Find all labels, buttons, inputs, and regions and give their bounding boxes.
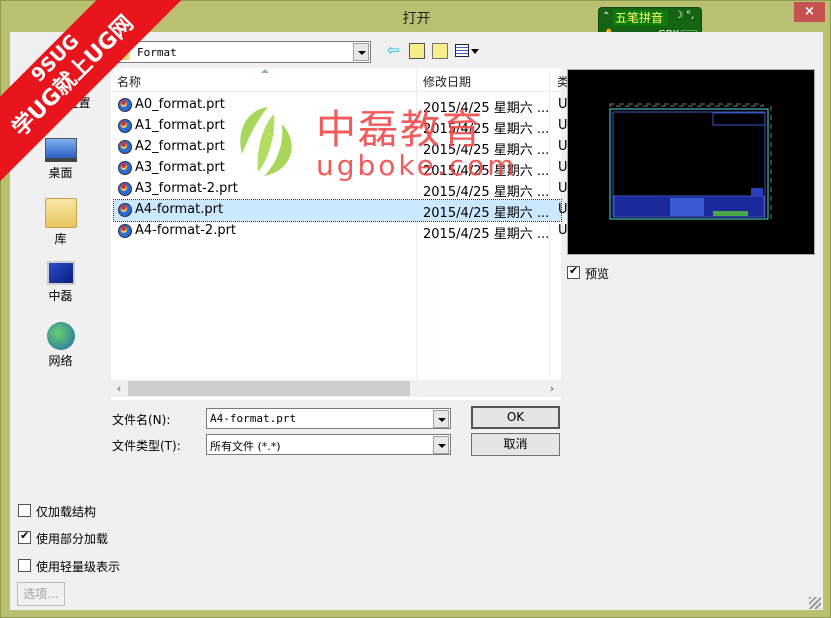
file-row[interactable]: A3_format-2.prt 2015/4/25 星期六 ... U [114,179,568,200]
file-name: A1_format.prt [135,118,225,133]
ime-collapse-icon[interactable]: ⌃ [602,11,610,22]
back-icon[interactable]: ⇦ [387,43,403,59]
view-menu-icon[interactable] [455,43,479,59]
scroll-left-button[interactable]: ‹ [111,381,127,396]
partial-load-label: 使用部分加载 [36,532,109,546]
ime-mode[interactable]: 五笔拼音 [613,10,668,26]
desktop-icon [44,138,77,162]
library-label: 库 [54,232,67,246]
look-in-combo[interactable]: Format [111,41,371,63]
drawing-preview [609,103,772,220]
file-date: 2015/4/25 星期六 ... [423,227,550,242]
partial-load-checkbox[interactable] [18,529,31,544]
scroll-right-button[interactable]: › [544,381,560,396]
file-row[interactable]: A4-format.prt 2015/4/25 星期六 ... U [113,199,568,222]
list-header: 名称 修改日期 类 [111,68,569,92]
horizontal-scrollbar[interactable]: ‹ › [111,380,561,397]
options-button[interactable]: 选项... [17,582,65,606]
filetype-value: 所有文件 (*.*) [210,440,281,453]
preview-pane [567,69,815,255]
filename-label: 文件名(N): [112,413,171,427]
file-date: 2015/4/25 星期六 ... [423,206,550,221]
file-name: A4-format-2.prt [135,223,237,238]
watermark-logo-icon [240,107,292,176]
filetype-select[interactable]: 所有文件 (*.*) [206,434,451,455]
nx-part-file-icon [118,161,132,175]
lightweight-representation-label: 使用轻量级表示 [36,560,121,574]
resize-grip[interactable] [809,597,821,609]
open-dialog: 打开 × ⌃ 五笔拼音 ☽ °, ✋ ⌕ 简 GBK 访问的位置 桌面 库 [0,0,831,618]
close-button[interactable]: × [794,2,825,22]
file-row[interactable]: A4-format-2.prt 2015/4/25 星期六 ... U [114,221,568,242]
cancel-button[interactable]: 取消 [471,433,560,456]
preview-checkbox[interactable] [567,264,580,279]
filetype-label: 文件类型(T): [112,439,181,453]
nx-part-file-icon [118,98,132,112]
nx-part-file-icon [118,182,132,196]
filename-dropdown-button[interactable] [433,410,449,428]
look-in-value: Format [137,46,177,59]
file-name: A2_format.prt [135,139,225,154]
watermark-url: ugboke.com [316,149,518,182]
library-icon [44,198,77,228]
ok-button[interactable]: OK [471,406,560,429]
place-computer[interactable]: 中磊 [10,261,111,304]
computer-label: 中磊 [48,289,73,303]
load-structure-only-checkbox[interactable] [18,504,31,517]
scroll-thumb[interactable] [128,381,410,396]
nx-part-file-icon [118,119,132,133]
place-network[interactable]: 网络 [10,322,111,369]
column-header-name[interactable]: 名称 [117,73,141,90]
filename-input[interactable]: A4-format.prt [206,408,451,429]
column-header-date[interactable]: 修改日期 [423,73,471,90]
computer-icon [46,261,75,285]
up-folder-icon[interactable] [409,43,425,59]
place-library[interactable]: 库 [10,198,111,247]
file-name: A3_format-2.prt [135,181,238,196]
nx-part-file-icon [118,140,132,154]
file-date: 2015/4/25 星期六 ... [423,185,550,200]
file-name: A0_format.prt [135,97,225,112]
preview-label: 预览 [585,267,610,281]
punct-icon[interactable]: °, [686,10,694,21]
new-folder-icon[interactable] [432,43,448,59]
sort-ascending-icon [261,69,269,73]
network-icon [46,322,75,350]
desktop-label: 桌面 [48,166,73,180]
file-name: A3_format.prt [135,160,225,175]
look-in-dropdown-button[interactable] [353,43,369,61]
load-structure-only-label: 仅加载结构 [36,505,97,519]
filename-value: A4-format.prt [210,412,297,425]
network-label: 网络 [48,354,73,368]
moon-icon[interactable]: ☽ [674,10,683,21]
nx-part-file-icon [118,224,132,238]
file-name: A4-format.prt [135,202,224,217]
filetype-dropdown-button[interactable] [433,436,449,454]
nx-part-file-icon [118,203,132,217]
lightweight-representation-checkbox[interactable] [18,559,31,572]
watermark-brand: 中磊教育 [316,107,484,153]
